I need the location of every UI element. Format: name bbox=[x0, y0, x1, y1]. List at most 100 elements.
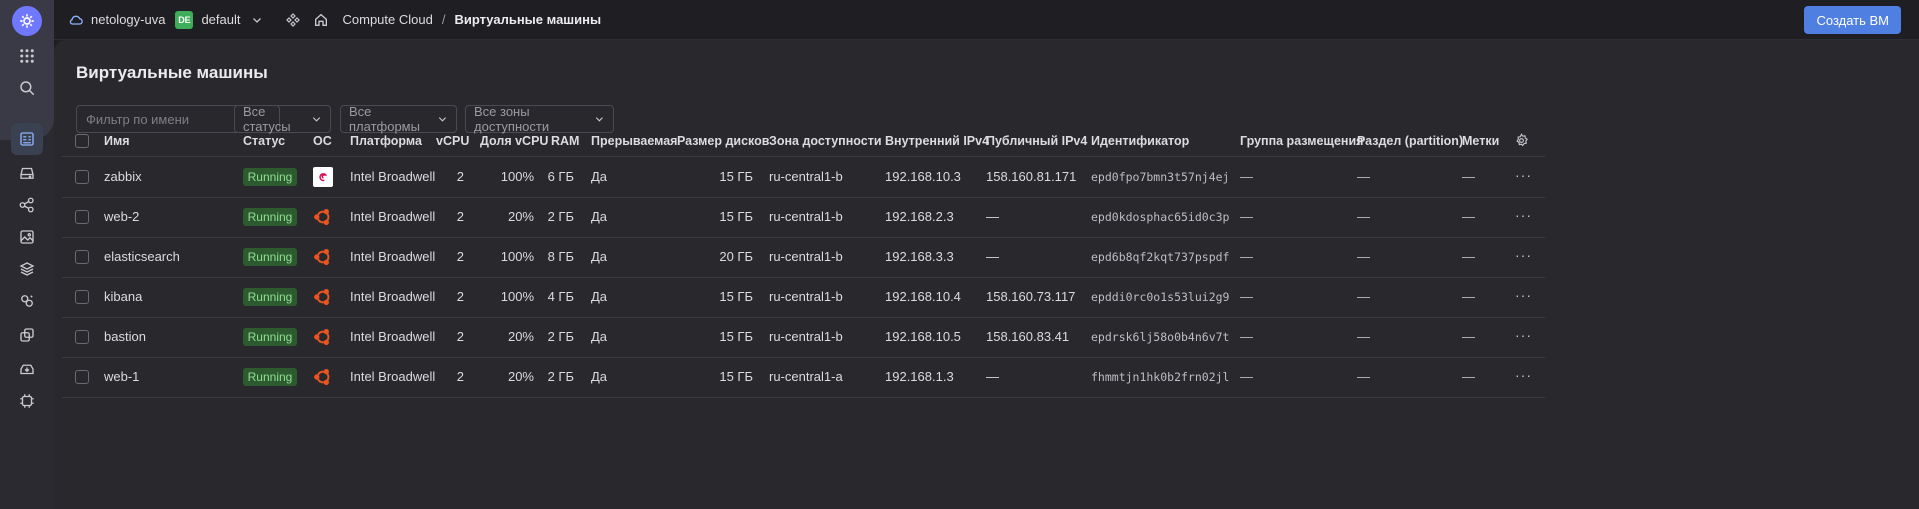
cell-name[interactable]: kibana bbox=[104, 289, 142, 304]
cell-disk: 15 ГБ bbox=[719, 329, 753, 344]
instance-groups-nav-icon[interactable] bbox=[11, 285, 43, 317]
column-header-core-fraction[interactable]: Доля vCPU bbox=[480, 134, 548, 148]
row-checkbox[interactable] bbox=[75, 170, 89, 184]
folder-name[interactable]: default bbox=[201, 12, 240, 27]
column-header-disk-size[interactable]: Размер дисков bbox=[677, 134, 769, 148]
column-header-id[interactable]: Идентификатор bbox=[1091, 134, 1189, 148]
cell-vcpu: 2 bbox=[456, 169, 464, 184]
gpu-clusters-nav-icon[interactable] bbox=[11, 385, 43, 417]
cell-name[interactable]: zabbix bbox=[104, 169, 142, 184]
cell-group: — bbox=[1240, 329, 1253, 344]
cloud-name[interactable]: netology-uva bbox=[91, 12, 165, 27]
row-divider bbox=[62, 317, 1545, 318]
zone-filter-select[interactable]: Все зоны доступности bbox=[465, 104, 614, 134]
cell-core-fraction: 100% bbox=[500, 249, 534, 264]
zone-filter-value: Все зоны доступности bbox=[474, 104, 550, 134]
cell-platform: Intel Broadwell bbox=[350, 329, 436, 344]
left-rail bbox=[0, 0, 54, 509]
column-header-placement-group[interactable]: Группа размещения bbox=[1240, 134, 1363, 148]
cell-id: epd0fpo7bmn3t57nj4ej bbox=[1091, 170, 1230, 184]
cell-partition: — bbox=[1357, 329, 1370, 344]
status-filter-select[interactable]: Все статусы bbox=[234, 104, 331, 134]
cell-labels: — bbox=[1462, 209, 1475, 224]
column-header-zone[interactable]: Зона доступности bbox=[769, 134, 882, 148]
virtual-machines-nav-icon[interactable] bbox=[11, 123, 43, 155]
cell-ipv4: 192.168.10.5 bbox=[885, 329, 961, 344]
cell-zone: ru-central1-a bbox=[769, 369, 843, 384]
column-header-public-ipv4[interactable]: Публичный IPv4 bbox=[986, 134, 1087, 148]
row-checkbox[interactable] bbox=[75, 250, 89, 264]
resource-map-icon[interactable] bbox=[285, 12, 301, 28]
cell-name[interactable]: bastion bbox=[104, 329, 146, 344]
cell-vcpu: 2 bbox=[456, 369, 464, 384]
cell-ram: 2 ГБ bbox=[547, 209, 574, 224]
status-badge: Running bbox=[243, 328, 297, 346]
cell-partition: — bbox=[1357, 249, 1370, 264]
gear-icon[interactable] bbox=[1514, 133, 1529, 148]
create-vm-button[interactable]: Создать ВМ bbox=[1804, 6, 1901, 34]
column-header-status[interactable]: Статус bbox=[243, 134, 285, 148]
cell-core-fraction: 20% bbox=[507, 209, 534, 224]
status-badge: Running bbox=[243, 248, 297, 266]
cell-id: epd6b8qf2kqt737pspdf bbox=[1091, 250, 1230, 264]
cell-name[interactable]: elasticsearch bbox=[104, 249, 180, 264]
cell-name[interactable]: web-2 bbox=[104, 209, 139, 224]
cell-preemptible: Да bbox=[591, 369, 608, 384]
column-header-partition[interactable]: Раздел (partition) bbox=[1357, 134, 1463, 148]
column-header-ram[interactable]: RAM bbox=[551, 134, 579, 148]
cell-name[interactable]: web-1 bbox=[104, 369, 139, 384]
column-header-vcpu[interactable]: vCPU bbox=[436, 134, 469, 148]
row-actions-menu-icon[interactable]: ··· bbox=[1515, 247, 1531, 263]
row-actions-menu-icon[interactable]: ··· bbox=[1515, 367, 1531, 383]
row-checkbox[interactable] bbox=[75, 370, 89, 384]
layers-nav-icon[interactable] bbox=[11, 253, 43, 285]
cell-zone: ru-central1-b bbox=[769, 209, 843, 224]
column-header-labels[interactable]: Метки bbox=[1462, 134, 1499, 148]
snapshots-nav-icon[interactable] bbox=[11, 353, 43, 385]
network-nav-icon[interactable] bbox=[11, 189, 43, 221]
search-icon[interactable] bbox=[11, 72, 43, 104]
cell-ipv4: 192.168.10.3 bbox=[885, 169, 961, 184]
all-services-icon[interactable] bbox=[11, 40, 43, 72]
placement-groups-nav-icon[interactable] bbox=[11, 319, 43, 351]
breadcrumb-service[interactable]: Compute Cloud bbox=[343, 12, 433, 27]
disks-nav-icon[interactable] bbox=[11, 157, 43, 189]
cell-ipv4: 192.168.2.3 bbox=[885, 209, 954, 224]
cell-id: epdrsk6lj58o0b4n6v7t bbox=[1091, 330, 1230, 344]
chevron-down-icon bbox=[596, 117, 604, 122]
cell-preemptible: Да bbox=[591, 329, 608, 344]
row-checkbox[interactable] bbox=[75, 210, 89, 224]
column-header-name[interactable]: Имя bbox=[104, 134, 130, 148]
row-actions-menu-icon[interactable]: ··· bbox=[1515, 207, 1531, 223]
chevron-down-icon bbox=[312, 117, 321, 122]
chevron-down-icon[interactable] bbox=[251, 14, 263, 26]
row-actions-menu-icon[interactable]: ··· bbox=[1515, 287, 1531, 303]
cell-id: fhmmtjn1hk0b2frn02jl bbox=[1091, 370, 1230, 384]
cell-platform: Intel Broadwell bbox=[350, 169, 436, 184]
select-all-checkbox[interactable] bbox=[75, 134, 89, 148]
status-filter-value: Все статусы bbox=[243, 104, 291, 134]
row-divider bbox=[62, 277, 1545, 278]
cell-disk: 15 ГБ bbox=[719, 369, 753, 384]
ubuntu-icon bbox=[313, 247, 333, 267]
platform-filter-select[interactable]: Все платформы bbox=[340, 104, 457, 134]
column-header-internal-ipv4[interactable]: Внутренний IPv4 bbox=[885, 134, 989, 148]
page-title: Виртуальные машины bbox=[76, 63, 268, 82]
cell-group: — bbox=[1240, 169, 1253, 184]
column-header-platform[interactable]: Платформа bbox=[350, 134, 422, 148]
column-header-preemptible[interactable]: Прерываемая bbox=[591, 134, 677, 148]
cell-id: epd0kdosphac65id0c3p bbox=[1091, 210, 1230, 224]
home-icon[interactable] bbox=[313, 12, 329, 28]
yandex-cloud-logo-icon[interactable] bbox=[12, 6, 42, 36]
cell-zone: ru-central1-b bbox=[769, 169, 843, 184]
row-actions-menu-icon[interactable]: ··· bbox=[1515, 167, 1531, 183]
row-checkbox[interactable] bbox=[75, 330, 89, 344]
cell-vcpu: 2 bbox=[456, 289, 464, 304]
row-checkbox[interactable] bbox=[75, 290, 89, 304]
images-nav-icon[interactable] bbox=[11, 221, 43, 253]
column-header-os[interactable]: ОС bbox=[313, 134, 332, 148]
cell-platform: Intel Broadwell bbox=[350, 209, 436, 224]
cell-preemptible: Да bbox=[591, 169, 608, 184]
row-actions-menu-icon[interactable]: ··· bbox=[1515, 327, 1531, 343]
breadcrumb-current: Виртуальные машины bbox=[454, 12, 602, 27]
